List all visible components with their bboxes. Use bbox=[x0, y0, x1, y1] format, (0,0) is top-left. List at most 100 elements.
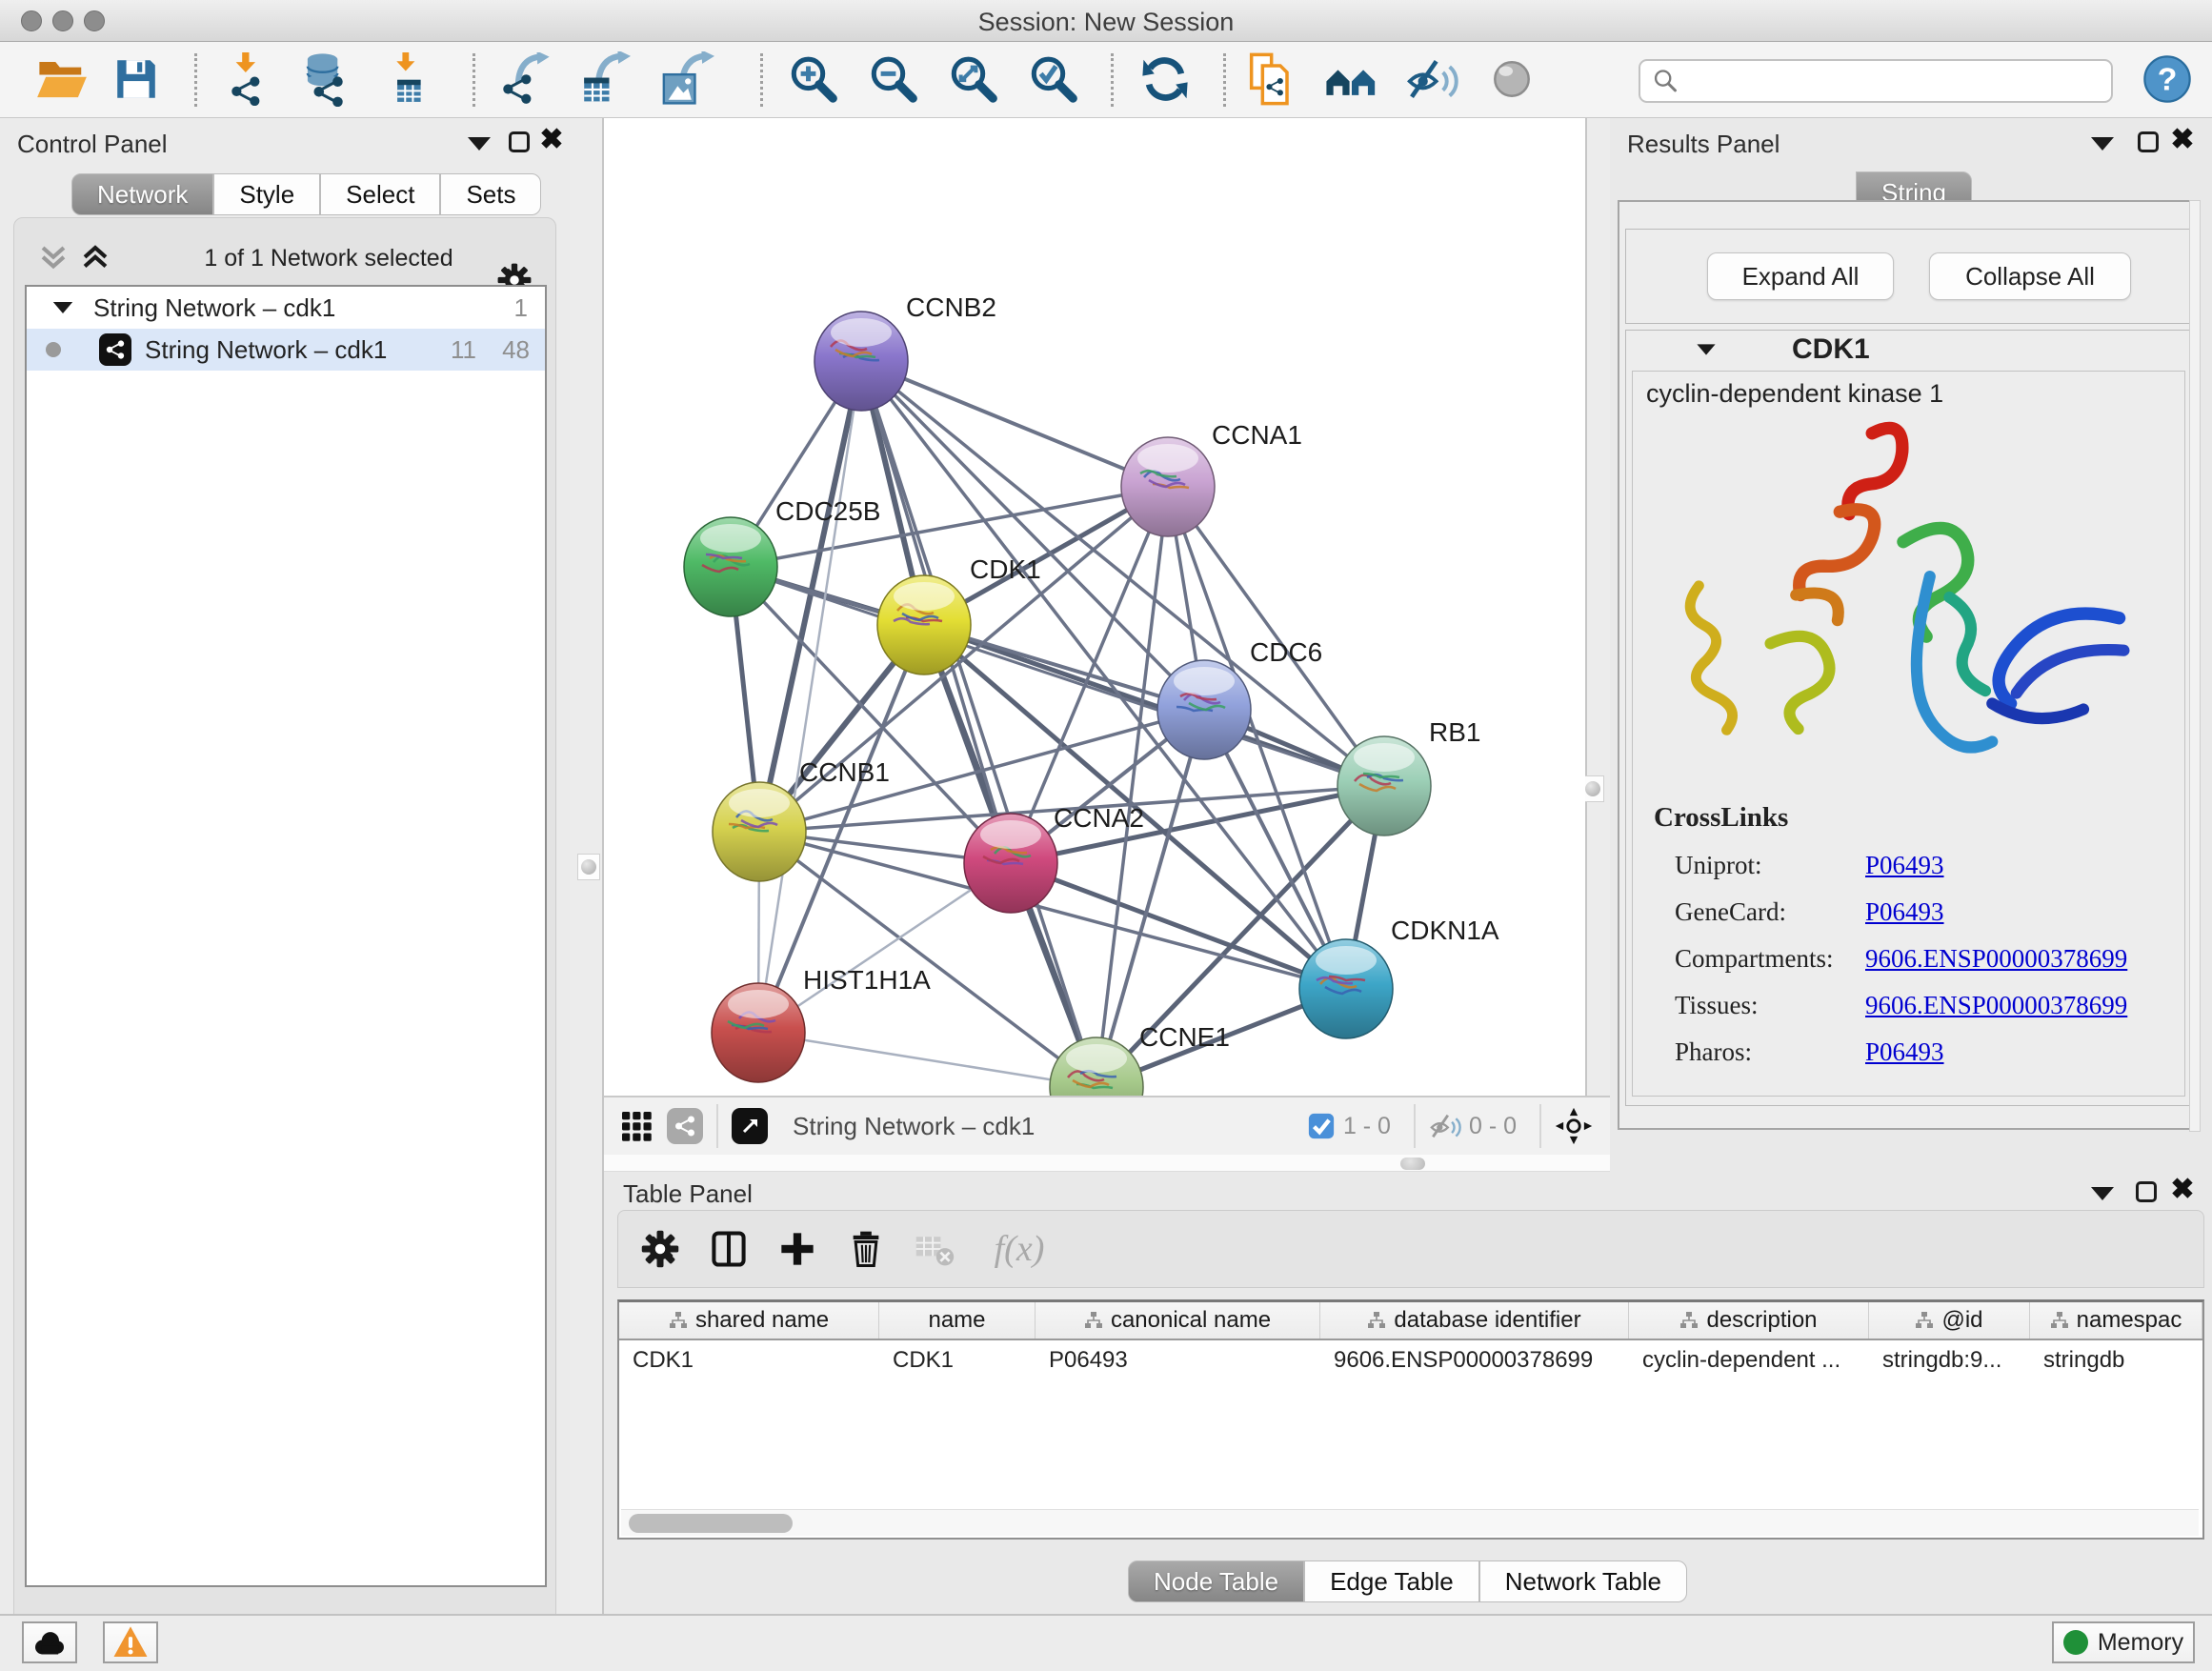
export-image-button[interactable] bbox=[657, 50, 716, 109]
tab-select[interactable]: Select bbox=[320, 173, 440, 215]
node-HIST1H1A[interactable]: HIST1H1A bbox=[712, 965, 931, 1082]
selected-checkbox-icon[interactable] bbox=[1307, 1112, 1336, 1140]
cell-description[interactable]: cyclin-dependent ... bbox=[1629, 1347, 1869, 1374]
scrollbar-thumb[interactable] bbox=[629, 1514, 793, 1533]
tab-edge-table[interactable]: Edge Table bbox=[1304, 1560, 1479, 1602]
results-panel-menu-button[interactable] bbox=[2086, 130, 2119, 158]
memory-button[interactable]: Memory bbox=[2052, 1621, 2195, 1663]
table-panel-close-button[interactable]: ✖ bbox=[2166, 1176, 2199, 1204]
cell-@id[interactable]: stringdb:9... bbox=[1869, 1347, 2030, 1374]
import-network-file-button[interactable] bbox=[217, 50, 276, 109]
tree-expander-icon[interactable] bbox=[53, 302, 72, 313]
network-collection-row[interactable]: String Network – cdk1 1 bbox=[27, 287, 545, 329]
node-RB1[interactable]: RB1 bbox=[1337, 717, 1480, 836]
crosslink-link[interactable]: 9606.ENSP00000378699 bbox=[1865, 991, 2127, 1020]
show-all-button[interactable] bbox=[1482, 50, 1541, 109]
crosslink-link[interactable]: P06493 bbox=[1865, 1037, 1944, 1067]
zoom-fit-button[interactable] bbox=[943, 50, 1002, 109]
tab-style[interactable]: Style bbox=[213, 173, 320, 215]
cell-shared-name[interactable]: CDK1 bbox=[619, 1347, 879, 1374]
horizontal-splitter-handle[interactable] bbox=[1400, 1158, 1425, 1170]
clone-network-button[interactable] bbox=[1244, 50, 1303, 109]
cell-name[interactable]: CDK1 bbox=[879, 1347, 1036, 1374]
right-splitter[interactable] bbox=[1585, 118, 1610, 1172]
import-network-database-button[interactable] bbox=[295, 50, 354, 109]
results-panel-close-button[interactable]: ✖ bbox=[2166, 126, 2199, 154]
cell-database-identifier[interactable]: 9606.ENSP00000378699 bbox=[1320, 1347, 1629, 1374]
results-panel-float-button[interactable] bbox=[2132, 128, 2164, 156]
network-canvas[interactable]: CCNB2CCNA1CDC25BCDK1CDC6RB1CCNB1CCNA2CDK… bbox=[604, 118, 1585, 1096]
control-panel-close-button[interactable]: ✖ bbox=[535, 126, 568, 154]
warnings-button[interactable] bbox=[103, 1621, 158, 1663]
open-in-browser-icon[interactable] bbox=[732, 1108, 768, 1144]
open-session-button[interactable] bbox=[32, 50, 91, 109]
tab-node-table[interactable]: Node Table bbox=[1128, 1560, 1304, 1602]
show-columns-button[interactable] bbox=[702, 1222, 755, 1276]
network-graph[interactable]: CCNB2CCNA1CDC25BCDK1CDC6RB1CCNB1CCNA2CDK… bbox=[604, 118, 1585, 1096]
table-panel-menu-button[interactable] bbox=[2086, 1179, 2119, 1208]
control-panel-menu-button[interactable] bbox=[463, 130, 495, 158]
crosshair-icon[interactable] bbox=[1555, 1107, 1593, 1145]
table-row[interactable]: CDK1CDK1P064939606.ENSP00000378699cyclin… bbox=[619, 1340, 2202, 1380]
import-table-button[interactable] bbox=[377, 50, 436, 109]
hide-selected-button[interactable] bbox=[1402, 50, 1461, 109]
delete-column-button[interactable] bbox=[839, 1222, 893, 1276]
control-panel-float-button[interactable] bbox=[503, 128, 535, 156]
results-scrollbar[interactable] bbox=[2189, 200, 2201, 1132]
left-splitter[interactable] bbox=[570, 118, 604, 1614]
column-header-canonical-name[interactable]: canonical name bbox=[1036, 1302, 1320, 1339]
zoom-selected-button[interactable] bbox=[1023, 50, 1082, 109]
search-input[interactable] bbox=[1686, 63, 2111, 99]
crosslink-row: Pharos:P06493 bbox=[1654, 1037, 2127, 1067]
edge-HIST1H1A-CCNB2[interactable] bbox=[758, 361, 861, 1033]
refresh-button[interactable] bbox=[1136, 50, 1195, 109]
tab-network-table[interactable]: Network Table bbox=[1479, 1560, 1687, 1602]
export-table-button[interactable] bbox=[573, 50, 633, 109]
network-row-selected[interactable]: String Network – cdk1 11 48 bbox=[27, 329, 545, 371]
crosslink-link[interactable]: 9606.ENSP00000378699 bbox=[1865, 944, 2127, 974]
hidden-eye-icon[interactable] bbox=[1429, 1110, 1461, 1142]
column-header-namespac[interactable]: namespac bbox=[2030, 1302, 2202, 1339]
edge-HIST1H1A-CCNE1[interactable] bbox=[758, 1033, 1096, 1087]
gene-section-header[interactable]: CDK1 bbox=[1626, 331, 2191, 369]
node-CDKN1A[interactable]: CDKN1A bbox=[1299, 916, 1499, 1038]
node-CDC6[interactable]: CDC6 bbox=[1157, 637, 1322, 759]
left-splitter-handle[interactable] bbox=[577, 854, 600, 880]
crosslink-link[interactable]: P06493 bbox=[1865, 897, 1944, 927]
save-session-button[interactable] bbox=[107, 50, 166, 109]
cloud-status-button[interactable] bbox=[22, 1621, 77, 1663]
table-horizontal-scrollbar[interactable] bbox=[621, 1509, 2199, 1536]
node-CCNB2[interactable]: CCNB2 bbox=[814, 292, 996, 411]
zoom-out-button[interactable] bbox=[863, 50, 922, 109]
cell-canonical-name[interactable]: P06493 bbox=[1036, 1347, 1320, 1374]
column-header-description[interactable]: description bbox=[1629, 1302, 1869, 1339]
zoom-in-button[interactable] bbox=[783, 50, 842, 109]
expand-all-button[interactable]: Expand All bbox=[1707, 252, 1894, 300]
table-panel-float-button[interactable] bbox=[2130, 1178, 2162, 1206]
birdseye-grid-icon[interactable] bbox=[619, 1109, 654, 1143]
collapse-all-button[interactable]: Collapse All bbox=[1929, 252, 2131, 300]
node-CCNA1[interactable]: CCNA1 bbox=[1121, 420, 1302, 536]
cell-namespac[interactable]: stringdb bbox=[2030, 1347, 2202, 1374]
edge-CCNB2-CDKN1A[interactable] bbox=[861, 361, 1346, 989]
column-header-name[interactable]: name bbox=[879, 1302, 1036, 1339]
first-neighbors-button[interactable] bbox=[1322, 50, 1381, 109]
create-column-button[interactable] bbox=[771, 1222, 824, 1276]
crosslink-row: Tissues:9606.ENSP00000378699 bbox=[1654, 991, 2127, 1020]
crosslink-link[interactable]: P06493 bbox=[1865, 851, 1944, 880]
table-settings-button[interactable] bbox=[633, 1222, 687, 1276]
node-CCNA2[interactable]: CCNA2 bbox=[964, 803, 1144, 913]
column-header-@id[interactable]: @id bbox=[1869, 1302, 2030, 1339]
tab-sets[interactable]: Sets bbox=[440, 173, 541, 215]
help-button[interactable]: ? bbox=[2138, 50, 2197, 109]
edge-CCNB2-RB1[interactable] bbox=[861, 361, 1384, 786]
tab-network[interactable]: Network bbox=[71, 173, 213, 215]
column-header-shared-name[interactable]: shared name bbox=[619, 1302, 879, 1339]
expand-all-icon[interactable] bbox=[79, 242, 111, 274]
edge-CCNB2-CCNA1[interactable] bbox=[861, 361, 1168, 487]
export-network-button[interactable] bbox=[495, 50, 554, 109]
tree-column-icon bbox=[1679, 1311, 1699, 1330]
column-header-database-identifier[interactable]: database identifier bbox=[1320, 1302, 1629, 1339]
collapse-all-icon[interactable] bbox=[37, 242, 70, 274]
section-expander-icon[interactable] bbox=[1697, 344, 1715, 354]
